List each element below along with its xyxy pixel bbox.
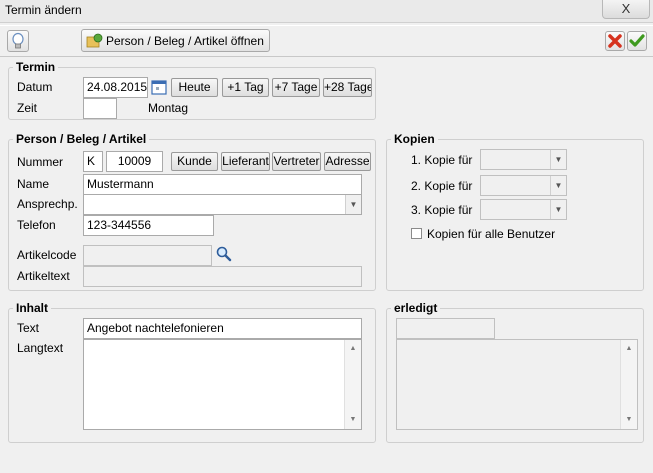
search-icon [216,246,232,262]
name-input[interactable]: Mustermann [83,174,362,195]
plus-7-tage-button[interactable]: +7 Tage [272,78,320,97]
open-button-label: Person / Beleg / Artikel öffnen [106,34,264,48]
alle-benutzer-checkbox[interactable] [411,228,422,239]
checkmark-icon [629,34,645,47]
scroll-down-icon[interactable]: ▼ [621,413,637,427]
close-icon: X [621,1,631,16]
text-input[interactable]: Angebot nachtelefonieren [83,318,362,339]
open-record-icon [86,33,103,48]
telefon-label: Telefon [17,218,56,232]
datum-label: Datum [17,80,53,94]
name-label: Name [17,177,50,191]
ansprech-label: Ansprechp. [17,197,78,211]
artikeltext-label: Artikeltext [17,269,70,283]
termin-group-title: Termin [13,60,59,74]
chevron-down-icon[interactable]: ▼ [550,150,566,169]
chevron-down-icon[interactable]: ▼ [550,176,566,195]
lightbulb-icon [12,32,24,49]
calendar-button[interactable] [151,79,167,95]
title-bar [0,0,653,23]
weekday-label: Montag [148,101,189,115]
erledigt-input[interactable] [396,318,495,339]
artikel-search-button[interactable] [215,245,233,263]
adresse-button[interactable]: Adresse [324,152,371,171]
heute-button[interactable]: Heute [171,78,218,97]
zeit-label: Zeit [17,101,38,115]
scroll-up-icon[interactable]: ▲ [345,342,361,356]
text-label: Text [17,321,40,335]
scroll-down-icon[interactable]: ▼ [345,413,361,427]
kopie1-combo[interactable]: ▼ [480,149,567,170]
nummer-input[interactable]: 10009 [106,151,163,172]
nummer-type-input[interactable]: K [83,151,103,172]
telefon-input[interactable]: 123-344556 [83,215,214,236]
window-title: Termin ändern [5,3,82,17]
erledigt-group-title: erledigt [391,301,441,315]
langtext-label: Langtext [17,341,64,355]
cancel-icon [608,34,622,48]
kopien-group-title: Kopien [391,132,438,146]
tip-button[interactable] [7,30,29,52]
artikeltext-input[interactable] [83,266,362,287]
artikelcode-input[interactable] [83,245,212,266]
confirm-button[interactable] [627,31,647,51]
nummer-label: Nummer [17,155,64,169]
zeit-input[interactable] [83,98,117,119]
plus-28-tage-button[interactable]: +28 Tage [323,78,372,97]
chevron-down-icon[interactable]: ▼ [550,200,566,219]
langtext-textarea[interactable]: ▲ ▼ [83,339,362,430]
kopie1-label: 1. Kopie für [411,153,473,167]
kopie2-combo[interactable]: ▼ [480,175,567,196]
chevron-down-icon[interactable]: ▼ [345,195,361,214]
kopie2-label: 2. Kopie für [411,179,473,193]
window-close-button[interactable]: X [602,0,650,19]
inhalt-group-title: Inhalt [13,301,51,315]
vertreter-button[interactable]: Vertreter [272,152,321,171]
lieferant-button[interactable]: Lieferant [221,152,270,171]
scroll-up-icon[interactable]: ▲ [621,342,637,356]
erledigt-notes[interactable]: ▲ ▼ [396,339,638,430]
person-group-title: Person / Beleg / Artikel [13,132,150,146]
ansprech-combo[interactable]: ▼ [83,194,362,215]
kopie3-combo[interactable]: ▼ [480,199,567,220]
open-person-beleg-artikel-button[interactable]: Person / Beleg / Artikel öffnen [81,29,270,52]
datum-input[interactable]: 24.08.2015 [83,77,148,98]
plus-1-tag-button[interactable]: +1 Tag [222,78,269,97]
cancel-button[interactable] [605,31,625,51]
calendar-icon [151,80,167,95]
erledigt-scrollbar[interactable]: ▲ ▼ [620,340,637,429]
artikelcode-label: Artikelcode [17,248,77,262]
kunde-button[interactable]: Kunde [171,152,218,171]
alle-benutzer-label: Kopien für alle Benutzer [427,227,556,241]
langtext-scrollbar[interactable]: ▲ ▼ [344,340,361,429]
kopie3-label: 3. Kopie für [411,203,473,217]
